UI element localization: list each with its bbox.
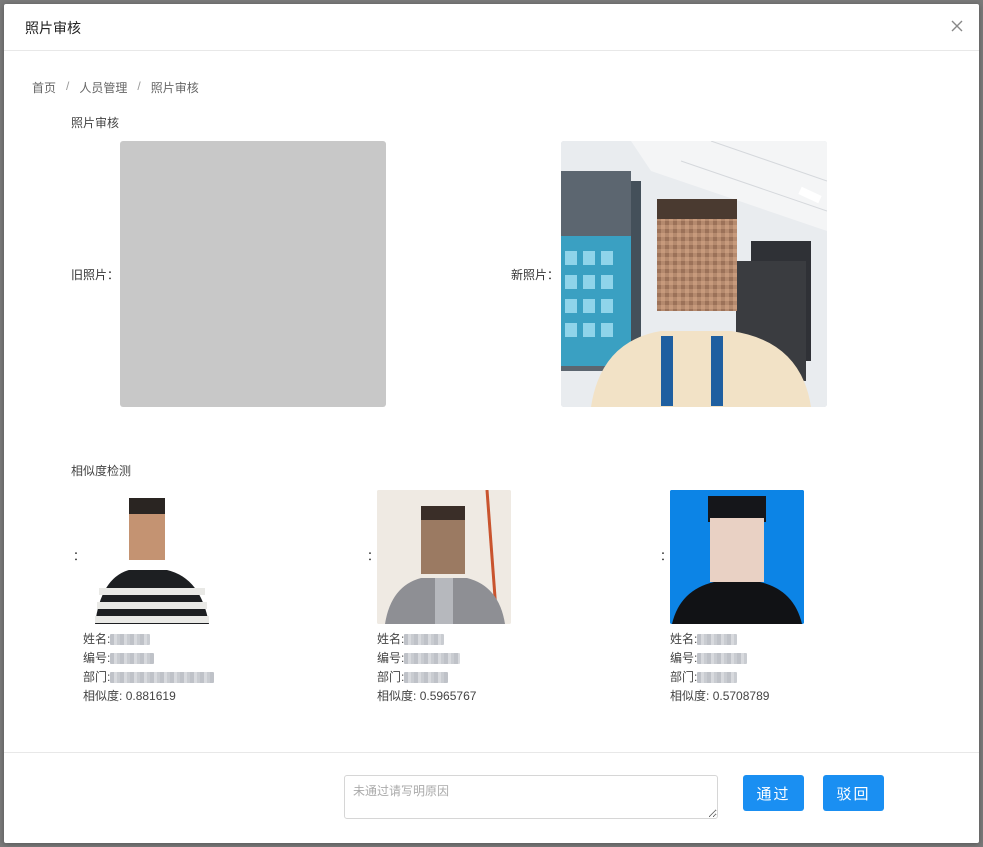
breadcrumb-separator: /	[137, 79, 141, 93]
candidate-photo	[377, 490, 511, 624]
candidate-name-redacted	[404, 634, 445, 646]
candidate-photo-image	[95, 498, 209, 624]
dialog-header: 照片审核	[4, 4, 979, 51]
close-icon	[951, 20, 963, 32]
candidate-info: 姓名: 编号: 部门: 相似度: 0.5708789	[670, 630, 769, 706]
reject-button[interactable]: 驳回	[823, 775, 884, 811]
candidate-name-label: 姓名:	[83, 632, 111, 646]
candidate-score-label: 相似度:	[377, 689, 417, 703]
candidate-photo	[83, 490, 217, 624]
close-button[interactable]	[945, 14, 969, 38]
new-photo-image	[561, 141, 827, 407]
rejection-reason-input[interactable]	[344, 775, 718, 819]
candidate-dept-label: 部门:	[670, 670, 698, 684]
dialog-title: 照片审核	[25, 20, 81, 36]
new-photo	[561, 141, 827, 407]
dialog-footer: 通过 驳回	[4, 752, 979, 844]
approve-button[interactable]: 通过	[743, 775, 804, 811]
candidate-photo	[670, 490, 804, 624]
candidate-name-redacted	[697, 634, 738, 646]
candidate-score-label: 相似度:	[670, 689, 710, 703]
old-photo-label: 旧照片：	[71, 268, 120, 282]
candidate-score: 0.5965767	[419, 689, 477, 703]
candidate-id-redacted	[110, 653, 155, 665]
candidate-id-label: 编号:	[670, 651, 698, 665]
breadcrumb-separator: /	[66, 79, 70, 93]
candidate-name-label: 姓名:	[377, 632, 405, 646]
review-section-title: 照片审核	[71, 116, 120, 130]
candidate-id-redacted	[697, 653, 748, 665]
candidate-dept-redacted	[110, 672, 215, 684]
candidate-id-label: 编号:	[83, 651, 111, 665]
candidate-photo-image	[670, 490, 804, 624]
breadcrumb-photo-review: 照片审核	[150, 81, 199, 95]
candidate-photo-image	[377, 490, 511, 624]
candidate-name-redacted	[110, 634, 151, 646]
candidate-dept-redacted	[697, 672, 738, 684]
candidate-info: 姓名: 编号: 部门: 相似度: 0.5965767	[377, 630, 476, 706]
candidate-dept-label: 部门:	[377, 670, 405, 684]
similarity-section-title: 相似度检测	[71, 464, 132, 478]
candidate-score-label: 相似度:	[83, 689, 123, 703]
candidate-score: 0.5708789	[712, 689, 770, 703]
breadcrumb-home[interactable]: 首页	[32, 79, 56, 96]
candidate-id-label: 编号:	[377, 651, 405, 665]
new-photo-label: 新照片：	[511, 268, 560, 282]
breadcrumb-people-management[interactable]: 人员管理	[79, 79, 127, 96]
old-photo	[120, 141, 386, 407]
photo-review-dialog: 照片审核 首页 / 人员管理 / 照片审核 照片审核 旧照片： 新照片： 相似度…	[4, 4, 979, 843]
candidate-id-redacted	[404, 653, 461, 665]
candidate-dept-redacted	[404, 672, 449, 684]
candidate-info: 姓名: 编号: 部门: 相似度: 0.881619	[83, 630, 215, 706]
candidate-score: 0.881619	[125, 689, 176, 703]
candidate-dept-label: 部门:	[83, 670, 111, 684]
breadcrumb: 首页 / 人员管理 / 照片审核	[32, 79, 199, 96]
candidate-name-label: 姓名:	[670, 632, 698, 646]
